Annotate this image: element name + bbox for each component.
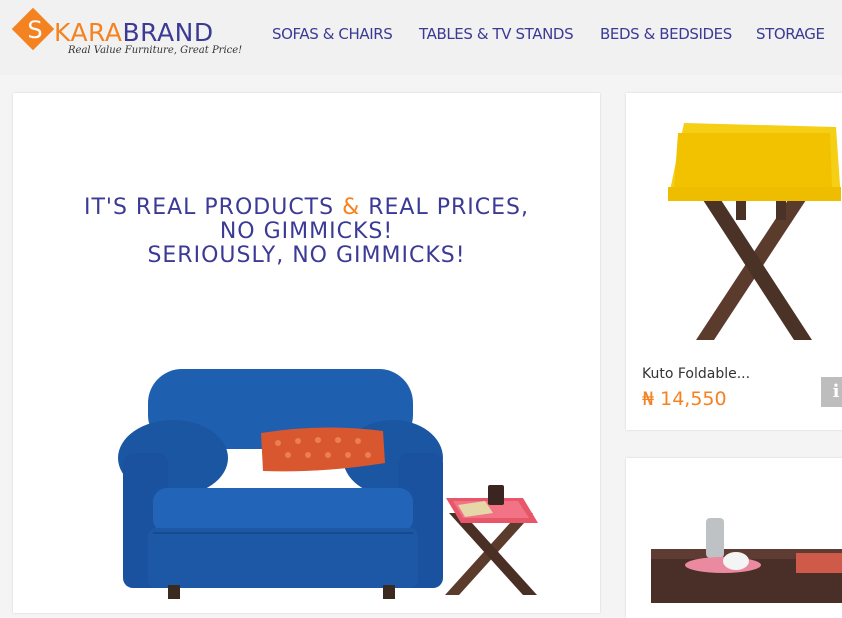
hero-headline: IT'S REAL PRODUCTS & REAL PRICES, NO GIM… [13,196,600,268]
nav-item-beds-bedsides[interactable]: BEDS & BEDSIDES [600,25,732,43]
hero-line2: NO GIMMICKS! [219,219,394,244]
logo-tagline: Real Value Furniture, Great Price! [68,45,243,56]
nav-item-tables-tv-stands[interactable]: TABLES & TV STANDS [419,25,574,43]
product-card[interactable]: Kuto Foldable... ₦ 14,550 i [626,93,842,430]
product-card[interactable] [626,458,842,618]
nav-item-storage[interactable]: STORAGE [756,25,825,43]
site-logo[interactable]: S KARABRAND Real Value Furniture, Great … [11,7,263,60]
hero-line3: SERIOUSLY, NO GIMMICKS! [147,243,466,268]
logo-wordmark: KARABRAND [54,20,214,46]
product-image-coffee-table [651,518,842,603]
hero-line1-b: REAL PRICES, [368,195,529,220]
hero-banner[interactable]: IT'S REAL PRODUCTS & REAL PRICES, NO GIM… [13,93,600,613]
hero-line1-a: IT'S REAL PRODUCTS [83,195,335,220]
sofa-chair-image [118,369,538,599]
nav-item-sofas-chairs[interactable]: SOFAS & CHAIRS [272,25,393,43]
logo-brand: BRAND [122,18,214,47]
product-price: ₦ 14,550 [642,388,727,410]
logo-s-letter: S [27,16,43,44]
logo-kara: KARA [54,18,123,47]
info-icon[interactable]: i [821,377,842,407]
product-image-kuto-table [668,123,841,340]
site-header: S KARABRAND Real Value Furniture, Great … [0,0,842,75]
product-name[interactable]: Kuto Foldable... [642,366,750,382]
hero-ampersand: & [342,195,361,220]
